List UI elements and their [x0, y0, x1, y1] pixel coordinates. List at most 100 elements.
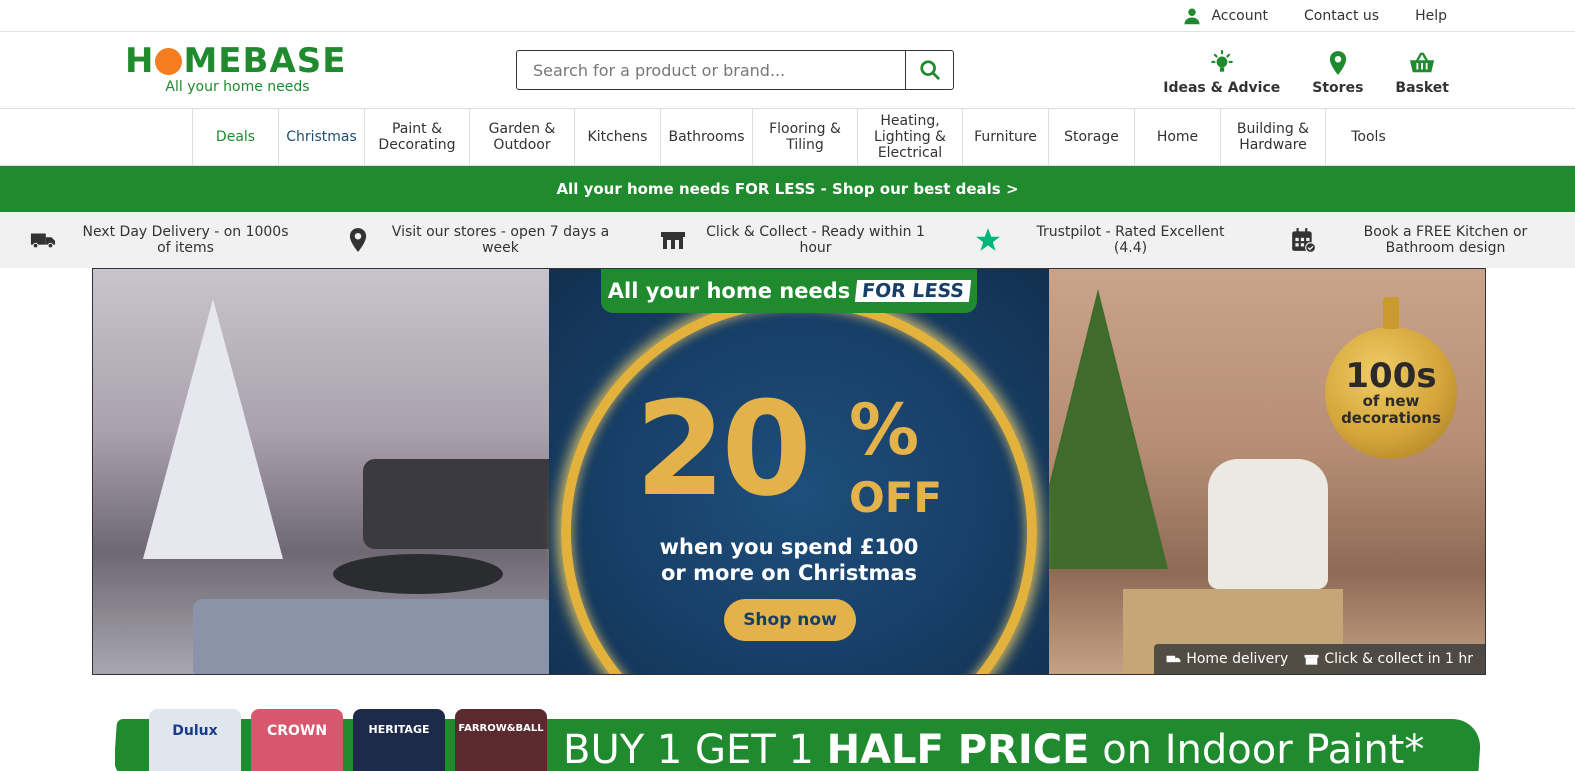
stores-link[interactable]: Stores	[1296, 50, 1379, 96]
account-label: Account	[1211, 8, 1268, 24]
usp-trustpilot-text: Trustpilot - Rated Excellent (4.4)	[1036, 224, 1225, 256]
discount-percent: %	[849, 389, 920, 471]
hero-banner[interactable]: All your home needs FOR LESS 20 % OFF wh…	[92, 268, 1486, 675]
logo-letter-h: H	[125, 41, 155, 81]
nav-item-heating-lighting-electrical[interactable]: Heating, Lighting & Electrical	[857, 109, 962, 165]
search-button[interactable]	[905, 51, 953, 89]
contact-link[interactable]: Contact us	[1286, 8, 1397, 24]
star-icon	[976, 228, 1000, 251]
hero-tagline-banner: All your home needs FOR LESS	[601, 269, 977, 313]
location-pin-icon	[1329, 51, 1346, 75]
nav-item-tools[interactable]: Tools	[1325, 109, 1411, 165]
bauble-cap	[1383, 297, 1399, 329]
category-nav-list: Deals Christmas Paint & Decorating Garden &…	[192, 109, 1411, 165]
hero-for-less-badge: FOR LESS	[855, 280, 972, 302]
bauble-line3: decorations	[1341, 409, 1441, 427]
calendar-icon	[1292, 228, 1316, 253]
nav-item-storage[interactable]: Storage	[1048, 109, 1134, 165]
help-link[interactable]: Help	[1397, 8, 1465, 24]
category-nav: Deals Christmas Paint & Decorating Garden &…	[0, 109, 1575, 166]
nav-item-bathrooms[interactable]: Bathrooms	[660, 109, 752, 165]
nav-item-kitchens[interactable]: Kitchens	[574, 109, 660, 165]
heritage-paint-can: HERITAGE	[353, 709, 445, 771]
click-collect-tag: Click & collect in 1 hr	[1304, 651, 1473, 667]
usp-delivery[interactable]: Next Day Delivery - on 1000s of items	[0, 224, 315, 256]
bauble-line2: of new	[1362, 392, 1420, 410]
ideas-advice-link[interactable]: Ideas & Advice	[1147, 50, 1296, 96]
usp-stores[interactable]: Visit our stores - open 7 days a week	[315, 224, 630, 256]
delivery-truck-icon	[30, 233, 56, 249]
click-collect-label: Click & collect in 1 hr	[1324, 651, 1473, 667]
promo-bar[interactable]: All your home needs FOR LESS - Shop our …	[0, 166, 1575, 212]
hero-subtext-line1: when you spend £100	[659, 535, 919, 559]
user-icon	[1184, 8, 1200, 25]
basket-link[interactable]: Basket	[1379, 50, 1465, 96]
nav-item-paint-decorating[interactable]: Paint & Decorating	[364, 109, 469, 165]
usp-stores-text: Visit our stores - open 7 days a week	[391, 224, 610, 256]
hero-subtext: when you spend £100 or more on Christmas	[639, 534, 939, 586]
nav-item-building-hardware[interactable]: Building & Hardware	[1220, 109, 1325, 165]
green-christmas-tree-image	[1028, 289, 1168, 569]
shop-now-button[interactable]: Shop now	[724, 599, 856, 641]
help-label: Help	[1415, 8, 1447, 24]
nav-item-garden-outdoor[interactable]: Garden & Outdoor	[469, 109, 574, 165]
account-link[interactable]: Account	[1165, 7, 1286, 25]
logo-orange-dot	[155, 47, 183, 75]
paint-offer-end: on Indoor Paint*	[1089, 727, 1425, 771]
discount-number: 20	[635, 373, 812, 525]
paint-offer-text: BUY 1 GET 1 HALF PRICE on Indoor Paint*	[563, 725, 1424, 771]
contact-label: Contact us	[1303, 8, 1380, 24]
nav-item-deals[interactable]: Deals	[192, 109, 278, 165]
coffee-table-image	[333, 554, 503, 594]
usp-click-collect-text: Click & Collect - Ready within 1 hour	[706, 224, 925, 256]
usp-click-collect[interactable]: Click & Collect - Ready within 1 hour	[630, 224, 945, 256]
discount-off: OFF	[849, 473, 943, 522]
logo-wordmark: H MEBASE	[125, 44, 350, 78]
homebase-logo[interactable]: H MEBASE All your home needs	[125, 44, 350, 95]
store-icon	[661, 232, 685, 249]
utility-bar: Account Contact us Help	[0, 0, 1575, 32]
hero-subtext-line2: or more on Christmas	[660, 561, 917, 585]
logo-letters: MEBASE	[183, 41, 347, 81]
dulux-paint-can: Dulux	[149, 709, 241, 771]
location-pin-icon	[349, 228, 367, 252]
farrow-ball-paint-can: FARROW&BALL	[455, 709, 547, 771]
basket-label: Basket	[1395, 80, 1449, 96]
usp-kitchen-design[interactable]: Book a FREE Kitchen or Bathroom design	[1260, 224, 1575, 256]
nav-item-home[interactable]: Home	[1134, 109, 1220, 165]
search-input[interactable]	[517, 51, 905, 89]
nav-item-flooring-tiling[interactable]: Flooring & Tiling	[752, 109, 857, 165]
rug-image	[193, 599, 553, 674]
bauble-badge: 100s of new decorations	[1325, 297, 1457, 459]
white-christmas-tree-image	[143, 299, 283, 559]
delivery-truck-icon	[1166, 655, 1181, 662]
store-icon	[1304, 654, 1319, 665]
home-delivery-tag: Home delivery	[1166, 651, 1288, 667]
usp-bar: Next Day Delivery - on 1000s of items Vi…	[0, 212, 1575, 268]
basket-icon	[1410, 52, 1435, 73]
search-icon	[919, 60, 940, 80]
ideas-label: Ideas & Advice	[1163, 80, 1281, 96]
paint-offer-banner[interactable]: Dulux CROWN HERITAGE FARROW&BALL BUY 1 G…	[115, 705, 1480, 771]
logo-tagline: All your home needs	[165, 79, 310, 95]
usp-trustpilot[interactable]: Trustpilot - Rated Excellent (4.4)	[945, 224, 1260, 256]
home-delivery-label: Home delivery	[1186, 651, 1289, 667]
paint-cans: Dulux CROWN HERITAGE FARROW&BALL	[149, 709, 547, 771]
utility-links: Account Contact us Help	[1165, 0, 1465, 32]
nav-item-christmas[interactable]: Christmas	[278, 109, 364, 165]
stores-label: Stores	[1312, 80, 1364, 96]
search-bar	[516, 50, 954, 90]
usp-kitchen-design-text: Book a FREE Kitchen or Bathroom design	[1363, 224, 1528, 256]
paint-offer-start: BUY 1 GET 1	[563, 727, 827, 771]
header-icons: Ideas & Advice Stores Basket	[1147, 50, 1465, 96]
armchair-image	[1208, 459, 1328, 589]
delivery-options-tag: Home delivery Click & collect in 1 hr	[1154, 644, 1485, 674]
hero-tagline-text: All your home needs	[607, 279, 851, 303]
crown-paint-can: CROWN	[251, 709, 343, 771]
bauble-line1: 100s	[1345, 356, 1437, 396]
usp-delivery-text: Next Day Delivery - on 1000s of items	[82, 224, 289, 256]
nav-item-furniture[interactable]: Furniture	[962, 109, 1048, 165]
lightbulb-icon	[1210, 50, 1233, 72]
site-header: H MEBASE All your home needs Ideas & Advi…	[0, 32, 1575, 109]
paint-offer-bold: HALF PRICE	[826, 727, 1090, 771]
